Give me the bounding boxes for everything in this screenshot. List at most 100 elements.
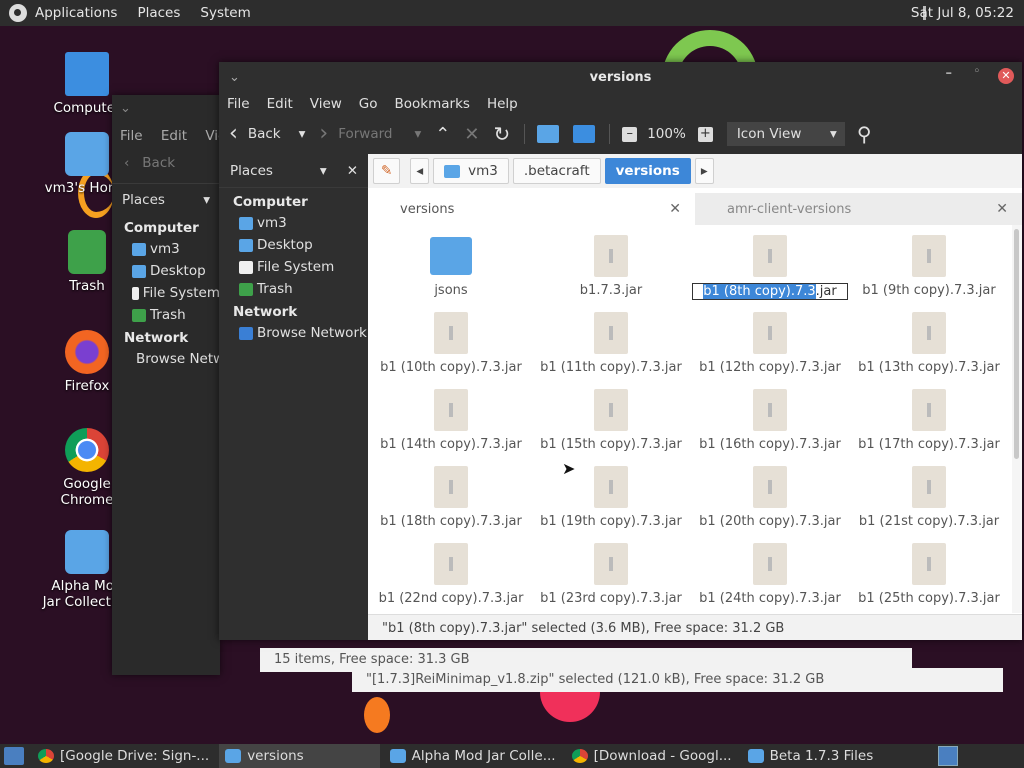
- tab-amr-client-versions[interactable]: amr-client-versions ✕: [695, 193, 1022, 225]
- zoom-in-button[interactable]: +: [697, 126, 713, 142]
- file-item-selected[interactable]: b1 (8th copy).7.3.jar: [690, 227, 850, 300]
- bg-sidebar-item-browse-network[interactable]: Browse Network: [112, 348, 246, 370]
- file-item[interactable]: b1 (14th copy).7.3.jar: [371, 381, 531, 452]
- file-item[interactable]: b1 (22nd copy).7.3.jar: [371, 535, 531, 606]
- file-item[interactable]: b1 (20th copy).7.3.jar: [690, 458, 850, 529]
- close-sidebar-icon[interactable]: ✕: [347, 163, 358, 179]
- applications-menu[interactable]: Applications: [35, 5, 117, 21]
- back-button[interactable]: ‹ Back: [229, 123, 281, 145]
- maximize-icon[interactable]: ◦: [974, 66, 980, 77]
- trash-icon: [132, 308, 146, 322]
- toggle-location-button[interactable]: ✎: [373, 158, 401, 184]
- bg-file-window[interactable]: ⌄ File Edit View ‹ Back Places ▾ Compute…: [112, 95, 246, 675]
- bg-back-button[interactable]: ‹ Back: [112, 149, 220, 177]
- path-scroll-left[interactable]: ◂: [410, 158, 430, 184]
- file-item[interactable]: b1 (21st copy).7.3.jar: [849, 458, 1008, 529]
- task-beta-files[interactable]: Beta 1.7.3 Files: [742, 744, 880, 768]
- file-item[interactable]: b1 (24th copy).7.3.jar: [690, 535, 850, 606]
- scrollbar-thumb[interactable]: [1014, 229, 1019, 459]
- file-item[interactable]: b1 (11th copy).7.3.jar: [531, 304, 691, 375]
- file-item[interactable]: b1 (10th copy).7.3.jar: [371, 304, 531, 375]
- file-item[interactable]: b1 (15th copy).7.3.jar: [531, 381, 691, 452]
- jar-file-icon: [753, 543, 787, 585]
- path-scroll-right[interactable]: ▸: [694, 158, 714, 184]
- back-history-dropdown[interactable]: ▾: [299, 126, 306, 142]
- menu-go[interactable]: Go: [359, 96, 378, 112]
- view-mode-select[interactable]: Icon View ▾: [726, 122, 845, 146]
- close-tab-icon[interactable]: ✕: [669, 201, 681, 217]
- show-desktop-icon[interactable]: [4, 747, 24, 765]
- menu-edit[interactable]: Edit: [267, 96, 293, 112]
- file-item[interactable]: b1 (12th copy).7.3.jar: [690, 304, 850, 375]
- clock[interactable]: Sat Jul 8, 05:22: [911, 5, 1014, 21]
- path-crumb-vm3[interactable]: vm3: [433, 158, 509, 184]
- task-alpha-mod[interactable]: Alpha Mod Jar Colle...: [384, 744, 562, 768]
- menu-bookmarks[interactable]: Bookmarks: [395, 96, 470, 112]
- path-crumb-versions[interactable]: versions: [604, 158, 691, 184]
- bg-sidebar-item-desktop[interactable]: Desktop: [112, 260, 220, 282]
- file-item[interactable]: b1 (13th copy).7.3.jar: [849, 304, 1008, 375]
- file-item[interactable]: b1 (18th copy).7.3.jar: [371, 458, 531, 529]
- path-crumb-betacraft[interactable]: .betacraft: [512, 158, 601, 184]
- firefox-icon: [65, 330, 109, 374]
- zoom-out-button[interactable]: –: [622, 126, 638, 142]
- bg-menu-view[interactable]: View: [205, 128, 220, 144]
- forward-history-dropdown[interactable]: ▾: [414, 126, 421, 142]
- arrow-left-icon: ‹: [229, 121, 238, 146]
- forward-button[interactable]: › Forward: [319, 123, 392, 145]
- home-folder-icon[interactable]: [537, 125, 560, 143]
- menu-file[interactable]: File: [227, 96, 250, 112]
- task-versions[interactable]: versions: [219, 744, 380, 768]
- sidebar-item-trash[interactable]: Trash: [219, 278, 368, 300]
- menu-help[interactable]: Help: [487, 96, 518, 112]
- computer-icon[interactable]: [573, 125, 596, 143]
- file-label: b1 (22nd copy).7.3.jar: [378, 591, 524, 606]
- desktop-icon-label: Google Chrome: [60, 476, 114, 508]
- rename-extension-text: .jar: [815, 284, 837, 299]
- menu-view[interactable]: View: [310, 96, 342, 112]
- minimize-icon[interactable]: –: [946, 66, 953, 81]
- window-titlebar[interactable]: ⌄ versions – ◦ ✕: [219, 62, 1022, 92]
- file-item[interactable]: b1 (16th copy).7.3.jar: [690, 381, 850, 452]
- bg-sidebar-item-vm3[interactable]: vm3: [112, 238, 220, 260]
- bg-window-menu-icon[interactable]: ⌄: [112, 95, 220, 122]
- file-item[interactable]: b1 (25th copy).7.3.jar: [849, 535, 1008, 606]
- close-icon[interactable]: ✕: [998, 68, 1014, 84]
- sidebar-item-browse-network[interactable]: Browse Network: [219, 322, 368, 344]
- bg-menu-file[interactable]: File: [120, 128, 143, 144]
- vertical-scrollbar[interactable]: [1012, 225, 1022, 613]
- system-menu[interactable]: System: [200, 5, 250, 21]
- task-download[interactable]: [Download - Googl...: [566, 744, 738, 768]
- sidebar-item-label: Browse Network: [257, 325, 367, 341]
- bg-sidebar-item-trash[interactable]: Trash: [112, 304, 220, 326]
- sidebar-item-filesystem[interactable]: File System: [219, 256, 368, 278]
- file-manager-window[interactable]: ⌄ versions – ◦ ✕ File Edit View Go Bookm…: [219, 62, 1022, 640]
- file-item[interactable]: b1 (23rd copy).7.3.jar: [531, 535, 691, 606]
- rename-field[interactable]: b1 (8th copy).7.3.jar: [692, 283, 848, 300]
- sidebar-item-desktop[interactable]: Desktop: [219, 234, 368, 256]
- window-menu-icon[interactable]: ⌄: [229, 70, 240, 85]
- file-item-folder[interactable]: jsons: [371, 227, 531, 298]
- file-item[interactable]: b1 (19th copy).7.3.jar: [531, 458, 691, 529]
- up-icon[interactable]: ⌃: [435, 124, 450, 145]
- close-tab-icon[interactable]: ✕: [996, 201, 1008, 217]
- places-menu[interactable]: Places: [137, 5, 180, 21]
- workspace-switcher[interactable]: [938, 746, 958, 766]
- bg-menu-edit[interactable]: Edit: [161, 128, 187, 144]
- task-google-drive[interactable]: [Google Drive: Sign-...: [32, 744, 215, 768]
- places-dropdown[interactable]: Places ▾ ✕: [219, 154, 368, 188]
- reload-icon[interactable]: ↻: [493, 122, 510, 146]
- file-item[interactable]: b1 (17th copy).7.3.jar: [849, 381, 1008, 452]
- file-item[interactable]: b1.7.3.jar: [531, 227, 691, 298]
- search-icon[interactable]: ⚲: [857, 122, 872, 146]
- desktop-icon-label: Trash: [69, 278, 105, 294]
- tab-versions[interactable]: versions ✕: [368, 193, 695, 225]
- file-item[interactable]: b1 (9th copy).7.3.jar: [849, 227, 1008, 298]
- zoom-level[interactable]: 100%: [647, 126, 686, 142]
- gnome-foot-icon[interactable]: [9, 4, 27, 22]
- bg-titlebar[interactable]: ⌄: [112, 95, 220, 123]
- bg-places-header[interactable]: Places ▾: [112, 183, 220, 216]
- bg-sidebar-item-filesystem[interactable]: File System: [112, 282, 220, 304]
- stop-icon[interactable]: ✕: [464, 124, 479, 145]
- sidebar-item-vm3[interactable]: vm3: [219, 212, 368, 234]
